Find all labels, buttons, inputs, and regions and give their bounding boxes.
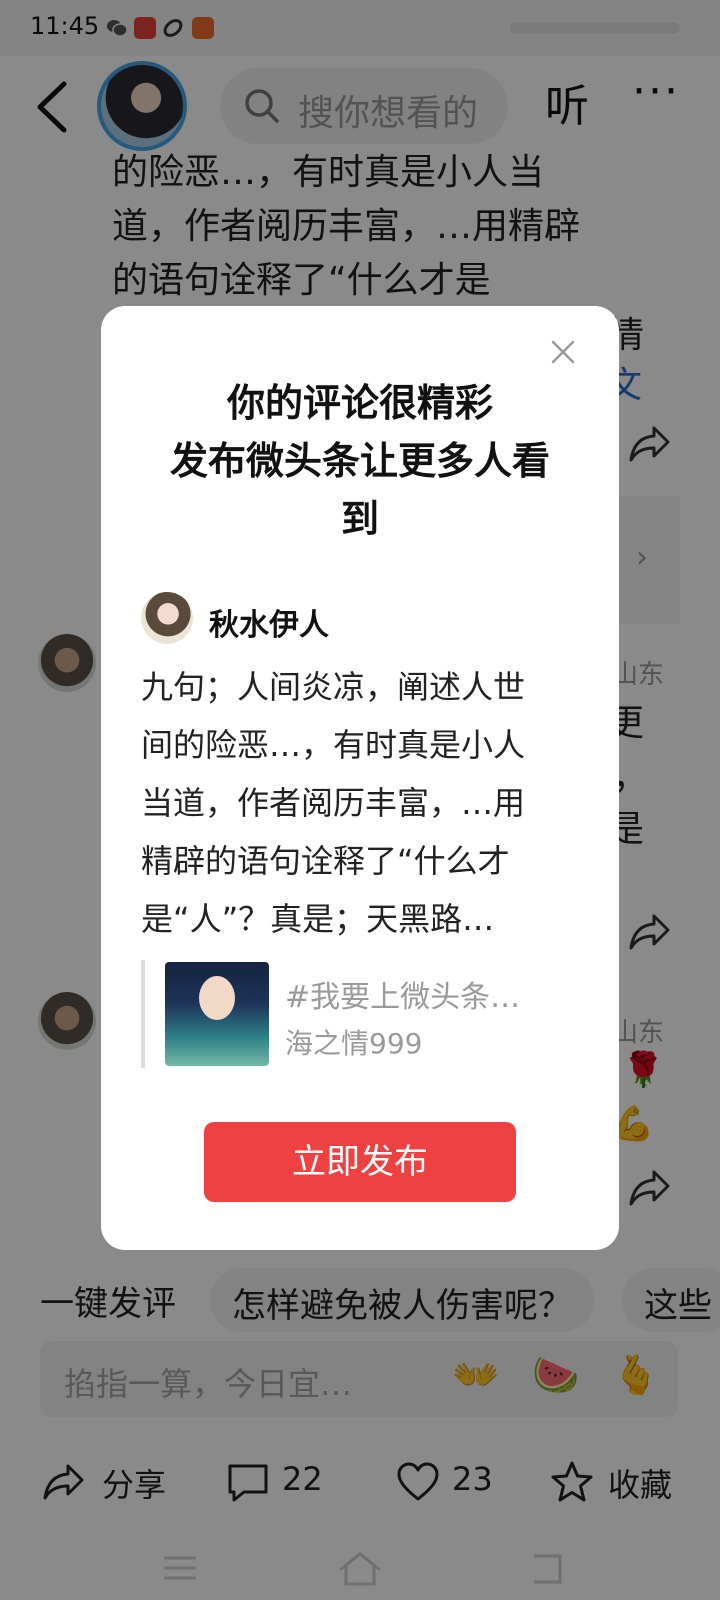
dialog-title: 你的评论很精彩 发布微头条让更多人看 到 [131,374,589,548]
user-name: 秋水伊人 [209,608,329,643]
quoted-post: #我要上微头条… 海之情999 [141,960,581,1068]
close-icon[interactable] [547,336,579,368]
comment-preview-line: 间的险恶…，有时真是小人 [141,726,526,764]
dialog-title-line: 你的评论很精彩 [226,381,493,425]
comment-preview-line: 精辟的语句诠释了“什么才 [141,842,510,880]
publish-dialog: 你的评论很精彩 发布微头条让更多人看 到 秋水伊人 九句；人间炎凉，阐述人世 间… [101,306,619,1250]
publish-button[interactable]: 立即发布 [204,1122,516,1202]
dialog-title-line: 发布微头条让更多人看 [169,439,550,483]
quoted-post-thumbnail [165,962,269,1066]
quoted-post-title: #我要上微头条… [285,980,521,1015]
comment-preview-line: 九句；人间炎凉，阐述人世 [141,668,526,706]
thumbnail-figure [199,976,235,1020]
user-avatar [141,592,193,644]
comment-preview-line: 当道，作者阅历丰富，…用 [141,784,526,822]
quoted-post-author: 海之情999 [285,1027,423,1060]
comment-preview: 九句；人间炎凉，阐述人世 间的险恶…，有时真是小人 当道，作者阅历丰富，…用 精… [141,658,581,948]
comment-preview-line: 是“人”？真是；天黑路… [141,900,495,938]
dialog-title-line: 到 [340,497,379,541]
